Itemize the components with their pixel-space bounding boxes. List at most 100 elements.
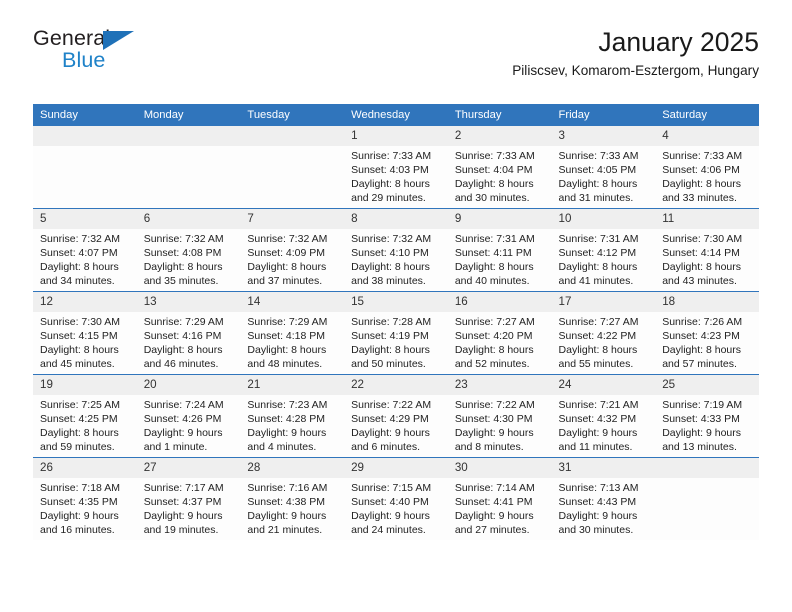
sunset-text: Sunset: 4:41 PM: [454, 495, 533, 508]
page-subtitle: Piliscsev, Komarom-Esztergom, Hungary: [512, 63, 759, 79]
day-details: Sunrise: 7:32 AM Sunset: 4:10 PM Daylight:…: [344, 229, 448, 288]
calendar-day-cell[interactable]: 11 Sunrise: 7:30 AM Sunset: 4:14 PM Dayligh…: [655, 208, 759, 292]
sunset-text: Sunset: 4:22 PM: [558, 329, 637, 342]
calendar-cell-empty: [33, 126, 137, 209]
calendar-day-cell[interactable]: 23 Sunrise: 7:22 AM Sunset: 4:30 PM Dayligh…: [447, 374, 552, 458]
calendar-day-cell[interactable]: 30 Sunrise: 7:14 AM Sunset: 4:41 PM Dayligh…: [447, 457, 552, 540]
calendar-day-cell[interactable]: 2 Sunrise: 7:33 AM Sunset: 4:04 PM Daylight…: [447, 126, 552, 209]
calendar-day-cell[interactable]: 18 Sunrise: 7:26 AM Sunset: 4:23 PM Dayligh…: [655, 291, 759, 375]
calendar-day-cell[interactable]: 10 Sunrise: 7:31 AM Sunset: 4:12 PM Dayligh…: [551, 208, 656, 292]
sunrise-text: Sunrise: 7:27 AM: [558, 316, 639, 328]
sunrise-text: Sunrise: 7:32 AM: [351, 233, 432, 245]
day-number: 21: [240, 375, 345, 395]
calendar-day-cell[interactable]: 9 Sunrise: 7:31 AM Sunset: 4:11 PM Daylight…: [447, 208, 552, 292]
calendar-day-cell[interactable]: 24 Sunrise: 7:21 AM Sunset: 4:32 PM Dayligh…: [551, 374, 656, 458]
day-number: 6: [136, 209, 241, 229]
daylight-text-line2: and 34 minutes.: [40, 274, 115, 287]
calendar-day-cell[interactable]: 16 Sunrise: 7:27 AM Sunset: 4:20 PM Dayligh…: [447, 291, 552, 375]
generalblue-logo[interactable]: General Blue: [33, 26, 233, 86]
calendar-cell-empty: [655, 457, 759, 540]
day-number: 15: [344, 292, 448, 312]
day-number: 1: [344, 126, 448, 146]
calendar-day-cell[interactable]: 5 Sunrise: 7:32 AM Sunset: 4:07 PM Daylight…: [33, 208, 137, 292]
daylight-text-line2: and 8 minutes.: [454, 440, 524, 453]
calendar-day-cell[interactable]: 4 Sunrise: 7:33 AM Sunset: 4:06 PM Daylight…: [655, 126, 759, 209]
day-number: 31: [551, 458, 656, 478]
daylight-text-line1: Daylight: 9 hours: [454, 426, 534, 439]
day-details: Sunrise: 7:14 AM Sunset: 4:41 PM Daylight:…: [448, 478, 552, 537]
calendar-day-cell[interactable]: 20 Sunrise: 7:24 AM Sunset: 4:26 PM Dayligh…: [136, 374, 241, 458]
day-number: 13: [136, 292, 241, 312]
calendar-day-cell[interactable]: 26 Sunrise: 7:18 AM Sunset: 4:35 PM Dayligh…: [33, 457, 137, 540]
calendar-day-cell[interactable]: 12 Sunrise: 7:30 AM Sunset: 4:15 PM Dayligh…: [33, 291, 137, 375]
calendar-day-cell[interactable]: 27 Sunrise: 7:17 AM Sunset: 4:37 PM Dayligh…: [136, 457, 241, 540]
sunrise-sunset-calendar: Sunday Monday Tuesday Wednesday Thursday…: [33, 104, 759, 540]
day-number: 30: [447, 458, 552, 478]
day-number: [240, 126, 345, 146]
day-number: 27: [136, 458, 241, 478]
sunset-text: Sunset: 4:28 PM: [247, 412, 326, 425]
calendar-day-cell[interactable]: 14 Sunrise: 7:29 AM Sunset: 4:18 PM Dayligh…: [240, 291, 345, 375]
calendar-day-cell[interactable]: 7 Sunrise: 7:32 AM Sunset: 4:09 PM Daylight…: [240, 208, 345, 292]
daylight-text-line1: Daylight: 8 hours: [454, 343, 534, 356]
brand-name-general: General: [33, 26, 111, 50]
daylight-text-line1: Daylight: 9 hours: [247, 426, 327, 439]
daylight-text-line2: and 57 minutes.: [662, 357, 737, 370]
calendar-page: General Blue January 2025 Piliscsev, Kom…: [0, 0, 792, 612]
sunset-text: Sunset: 4:16 PM: [143, 329, 222, 342]
daylight-text-line2: and 27 minutes.: [454, 523, 530, 536]
daylight-text-line1: Daylight: 9 hours: [454, 509, 534, 522]
day-details: Sunrise: 7:28 AM Sunset: 4:19 PM Daylight:…: [344, 312, 448, 371]
sunrise-text: Sunrise: 7:33 AM: [558, 150, 639, 162]
sunset-text: Sunset: 4:43 PM: [558, 495, 637, 508]
sunrise-text: Sunrise: 7:16 AM: [247, 482, 328, 494]
calendar-day-cell[interactable]: 25 Sunrise: 7:19 AM Sunset: 4:33 PM Dayligh…: [655, 374, 759, 458]
sunset-text: Sunset: 4:15 PM: [40, 329, 118, 342]
sunrise-text: Sunrise: 7:32 AM: [247, 233, 328, 245]
calendar-day-cell[interactable]: 31 Sunrise: 7:13 AM Sunset: 4:43 PM Dayligh…: [551, 457, 656, 540]
calendar-day-cell[interactable]: 6 Sunrise: 7:32 AM Sunset: 4:08 PM Daylight…: [136, 208, 241, 292]
daylight-text-line1: Daylight: 8 hours: [662, 177, 742, 190]
calendar-day-cell[interactable]: 17 Sunrise: 7:27 AM Sunset: 4:22 PM Dayligh…: [551, 291, 656, 375]
day-number: 17: [551, 292, 656, 312]
day-details: Sunrise: 7:18 AM Sunset: 4:35 PM Daylight:…: [33, 478, 137, 537]
calendar-day-cell[interactable]: 3 Sunrise: 7:33 AM Sunset: 4:05 PM Daylight…: [551, 126, 656, 209]
page-title: January 2025: [598, 27, 759, 57]
sunset-text: Sunset: 4:23 PM: [662, 329, 740, 342]
calendar-day-cell[interactable]: 13 Sunrise: 7:29 AM Sunset: 4:16 PM Dayligh…: [136, 291, 241, 375]
daylight-text-line2: and 6 minutes.: [351, 440, 420, 453]
day-number: 2: [447, 126, 552, 146]
sunset-text: Sunset: 4:37 PM: [143, 495, 222, 508]
daylight-text-line1: Daylight: 8 hours: [662, 260, 742, 273]
day-details: Sunrise: 7:27 AM Sunset: 4:20 PM Daylight:…: [448, 312, 552, 371]
day-number: 14: [240, 292, 345, 312]
daylight-text-line1: Daylight: 8 hours: [454, 260, 534, 273]
calendar-day-cell[interactable]: 1 Sunrise: 7:33 AM Sunset: 4:03 PM Daylight…: [344, 126, 448, 209]
calendar-day-cell[interactable]: 8 Sunrise: 7:32 AM Sunset: 4:10 PM Daylight…: [344, 208, 448, 292]
calendar-day-cell[interactable]: 22 Sunrise: 7:22 AM Sunset: 4:29 PM Dayligh…: [344, 374, 448, 458]
daylight-text-line2: and 19 minutes.: [143, 523, 219, 536]
sunset-text: Sunset: 4:30 PM: [454, 412, 533, 425]
sunset-text: Sunset: 4:14 PM: [662, 246, 740, 259]
calendar-day-cell[interactable]: 21 Sunrise: 7:23 AM Sunset: 4:28 PM Dayligh…: [240, 374, 345, 458]
sunrise-text: Sunrise: 7:32 AM: [143, 233, 224, 245]
calendar-day-cell[interactable]: 28 Sunrise: 7:16 AM Sunset: 4:38 PM Dayligh…: [240, 457, 345, 540]
day-details: Sunrise: 7:15 AM Sunset: 4:40 PM Daylight:…: [344, 478, 448, 537]
sunrise-text: Sunrise: 7:19 AM: [662, 399, 743, 411]
sunrise-text: Sunrise: 7:30 AM: [662, 233, 743, 245]
sunrise-text: Sunrise: 7:33 AM: [662, 150, 743, 162]
sunset-text: Sunset: 4:38 PM: [247, 495, 326, 508]
day-details: Sunrise: 7:29 AM Sunset: 4:16 PM Daylight:…: [137, 312, 241, 371]
daylight-text-line2: and 33 minutes.: [662, 191, 737, 204]
daylight-text-line1: Daylight: 9 hours: [143, 509, 223, 522]
day-details: Sunrise: 7:32 AM Sunset: 4:09 PM Daylight:…: [240, 229, 344, 288]
calendar-day-cell[interactable]: 15 Sunrise: 7:28 AM Sunset: 4:19 PM Dayligh…: [344, 291, 448, 375]
sunrise-text: Sunrise: 7:15 AM: [351, 482, 432, 494]
weekday-header-saturday: Saturday: [655, 104, 759, 126]
calendar-day-cell[interactable]: 29 Sunrise: 7:15 AM Sunset: 4:40 PM Dayligh…: [344, 457, 448, 540]
daylight-text-line2: and 11 minutes.: [558, 440, 633, 453]
brand-triangle-icon: [103, 31, 134, 50]
calendar-day-cell[interactable]: 19 Sunrise: 7:25 AM Sunset: 4:25 PM Dayligh…: [33, 374, 137, 458]
sunset-text: Sunset: 4:18 PM: [247, 329, 326, 342]
daylight-text-line1: Daylight: 8 hours: [247, 260, 327, 273]
